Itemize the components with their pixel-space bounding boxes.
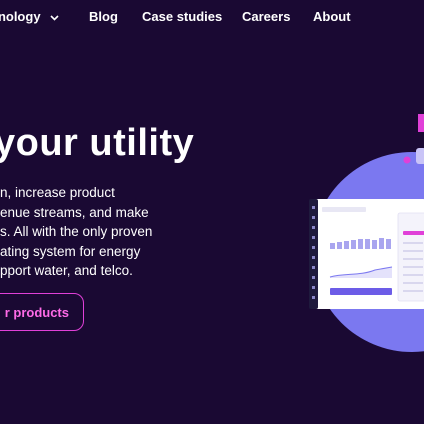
illustration-flag bbox=[418, 114, 424, 132]
illustration-person bbox=[416, 148, 424, 164]
dashboard-searchbar bbox=[322, 207, 366, 212]
hero-description-line: pport water, and telco. bbox=[0, 263, 133, 278]
hero-description-line: n, increase product bbox=[0, 185, 115, 200]
nav-case-studies[interactable]: Case studies bbox=[142, 9, 222, 24]
nav-blog[interactable]: Blog bbox=[89, 9, 118, 24]
dashboard-illustration bbox=[300, 110, 424, 360]
nav-about[interactable]: About bbox=[313, 9, 351, 24]
hero-description-line: ating system for energy bbox=[0, 243, 141, 259]
nav-technology[interactable]: hnology bbox=[0, 9, 59, 24]
dashboard-sidebar bbox=[309, 199, 318, 309]
explore-products-button[interactable]: r products bbox=[0, 293, 84, 331]
dashboard-side-panel bbox=[397, 212, 424, 302]
top-navigation: hnology Blog Case studies Careers About bbox=[0, 0, 424, 34]
hero-description-line: s. All with the only proven bbox=[0, 224, 153, 239]
nav-technology-label: hnology bbox=[0, 9, 41, 24]
dashboard-highlight bbox=[403, 231, 424, 235]
explore-products-label: r products bbox=[4, 304, 69, 320]
chevron-down-icon bbox=[50, 9, 59, 24]
hero-description: n, increase product enue streams, and ma… bbox=[0, 183, 180, 281]
hero-description-line: enue streams, and make bbox=[0, 204, 149, 220]
hero-headline: your utility bbox=[0, 122, 195, 164]
nav-careers[interactable]: Careers bbox=[242, 9, 290, 24]
dashboard-progress-bar bbox=[330, 288, 392, 295]
illustration-dot bbox=[403, 156, 411, 164]
